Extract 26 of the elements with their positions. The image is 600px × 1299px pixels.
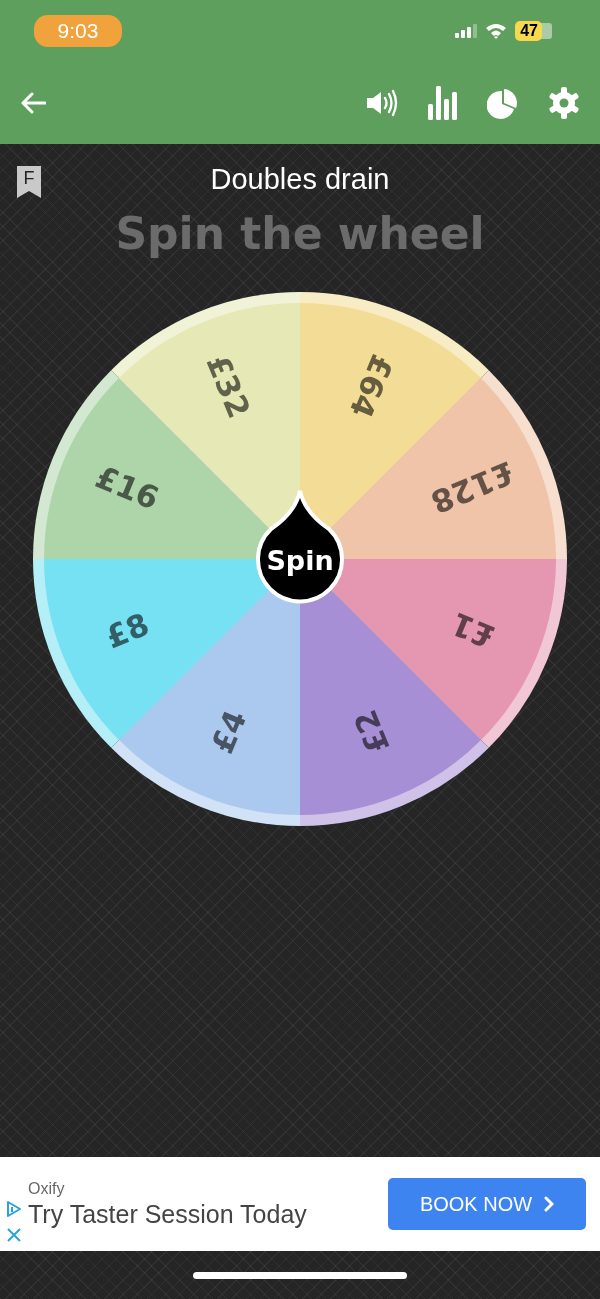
chevron-right-icon [544,1196,555,1212]
speaker-icon[interactable] [366,89,398,117]
ad-choices-icon[interactable] [6,1200,22,1218]
wifi-icon [485,23,508,39]
segment-label: £16 [90,458,165,517]
heading: Spin the wheel [114,208,486,259]
bar-chart-icon[interactable] [428,86,457,120]
segment-label: £8 [100,605,155,656]
segment-label: £32 [199,349,258,424]
spin-button[interactable]: Spin [256,489,344,604]
segment-label: £4 [203,704,254,759]
status-time: 9:03 [34,15,122,47]
pie-chart-icon[interactable] [487,87,518,119]
bookmark-badge[interactable]: F [17,166,41,198]
segment-label: £128 [425,454,520,521]
wheel-title: Doubles drain [210,162,390,196]
segment-label: £1 [445,605,500,656]
signal-icon [455,24,478,38]
close-icon[interactable] [7,1228,21,1242]
advertiser-name: Oxify [28,1179,66,1198]
back-arrow-icon[interactable] [20,92,46,114]
book-now-button[interactable]: BOOK NOW [388,1178,586,1230]
segment-label: £64 [342,349,401,424]
segment-label: £2 [346,704,397,759]
settings-icon[interactable] [548,87,580,119]
ad-headline[interactable]: Try Taster Session Today [28,1199,388,1229]
